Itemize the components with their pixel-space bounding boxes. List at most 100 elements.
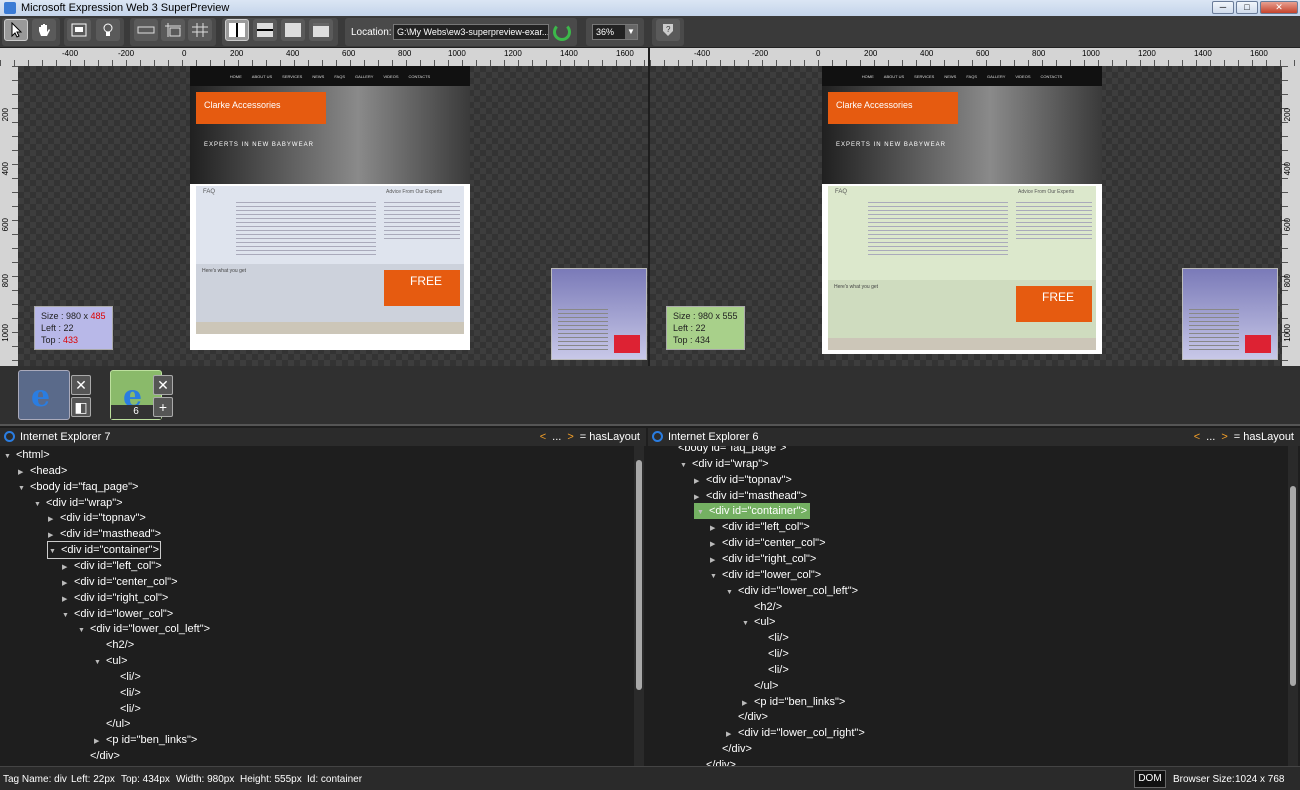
dom-tree-node[interactable]: <li/> xyxy=(108,669,141,685)
dom-tree-node[interactable]: ▼ <div id="container"> xyxy=(46,541,162,560)
dom-highlight-icon[interactable] xyxy=(67,19,91,41)
dom-tree-node[interactable]: ▶ <div id="topnav"> xyxy=(48,510,146,526)
dom-tree-node[interactable]: ▶ <div id="masthead"> xyxy=(48,526,161,542)
browser-ie7-slot[interactable]: e xyxy=(18,370,70,420)
dom-tree-node[interactable]: <h2/> xyxy=(742,599,782,615)
prev-difference-button[interactable]: < xyxy=(540,431,546,443)
dom-tree-node[interactable]: ▶ <div id="masthead"> xyxy=(694,488,807,504)
dom-tree-node[interactable]: ▼ <div id="lower_col_left"> xyxy=(726,583,858,599)
prev-difference-button[interactable]: < xyxy=(1194,431,1200,443)
dom-tree-node[interactable]: ▼ <ul> xyxy=(94,653,127,669)
dom-tree-node[interactable]: ▼ <ul> xyxy=(742,614,775,630)
minimap-thumbnail[interactable] xyxy=(1182,268,1278,360)
right-dom-scrollbar[interactable] xyxy=(1288,446,1298,766)
vertical-split-icon[interactable] xyxy=(225,19,249,41)
expand-arrow-icon[interactable]: ▼ xyxy=(94,655,106,671)
dom-tree-node[interactable]: </div> xyxy=(694,757,736,766)
dom-tree-node[interactable]: ▶ <div id="center_col"> xyxy=(710,535,826,551)
expand-arrow-icon[interactable]: ▼ xyxy=(680,458,692,474)
dom-tree-node[interactable]: ▼ <div id="lower_col_left"> xyxy=(78,621,210,637)
dom-tree-node[interactable]: ▶ <p id="ben_links"> xyxy=(742,694,845,710)
expand-arrow-icon[interactable]: ▼ xyxy=(49,544,61,560)
dom-tree-node[interactable]: ▼ <html> xyxy=(4,447,50,463)
overlay-icon[interactable] xyxy=(281,19,305,41)
lightbulb-icon[interactable] xyxy=(96,19,120,41)
dom-tree-node[interactable]: ▶ <div id="center_col"> xyxy=(62,574,178,590)
minimize-button[interactable]: ─ xyxy=(1212,1,1234,14)
single-view-icon[interactable] xyxy=(309,19,333,41)
dom-tree-node[interactable]: <li/> xyxy=(756,662,789,678)
dom-tree-node[interactable]: <li/> xyxy=(108,685,141,701)
dom-tree-node[interactable]: ▼ <div id="wrap"> xyxy=(34,495,123,511)
panel-title: Internet Explorer 7 xyxy=(20,431,111,443)
element-info-box: Size : 980 x 485 Left : 22 Top : 433 xyxy=(34,306,113,350)
dom-toggle-button[interactable]: DOM xyxy=(1134,770,1166,788)
horizontal-split-icon[interactable] xyxy=(253,19,277,41)
next-difference-button[interactable]: > xyxy=(1221,431,1227,443)
guides-icon[interactable] xyxy=(161,19,185,41)
dom-tree-node[interactable]: ▶ <head> xyxy=(18,463,67,479)
location-input[interactable]: G:\My Webs\ew3-superpreview-exar... xyxy=(393,24,549,40)
dom-tree-node[interactable]: ▼ <div id="wrap"> xyxy=(680,456,769,472)
lower-heading: Here's what you get xyxy=(834,284,879,290)
swap-browser-icon[interactable]: ◧ xyxy=(71,397,91,417)
dom-tree-node[interactable]: ▶ <div id="right_col"> xyxy=(62,590,168,606)
zoom-select[interactable]: 36% ▼ xyxy=(592,24,638,40)
site-preview-ie6[interactable]: HOME ABOUT US SERVICES NEWS FAQS GALLERY VIDEO… xyxy=(822,66,1102,354)
dom-tree-node[interactable]: ▼ <body id="faq_page"> xyxy=(18,479,138,495)
dom-tree-node[interactable]: ▶ <div id="lower_col_right"> xyxy=(726,725,865,741)
dom-tree-node[interactable]: </div> xyxy=(710,741,752,757)
dom-tree-node[interactable]: </ul> xyxy=(742,678,778,694)
left-dom-scrollbar[interactable] xyxy=(634,446,644,766)
next-difference-button[interactable]: > xyxy=(567,431,573,443)
dom-tree-node[interactable]: <body id="faq_page"> xyxy=(666,446,786,456)
dom-tree-node[interactable]: <li/> xyxy=(108,701,141,717)
expand-arrow-icon[interactable]: ▼ xyxy=(742,616,754,632)
expand-arrow-icon[interactable]: ▼ xyxy=(78,623,90,639)
dom-tree-label: <h2/> xyxy=(106,639,135,652)
maximize-button[interactable]: □ xyxy=(1236,1,1258,14)
difference-menu-button[interactable]: ... xyxy=(552,431,561,443)
expand-arrow-icon[interactable]: ▼ xyxy=(710,569,722,585)
dom-tree-node[interactable]: ▼ <div id="lower_col"> xyxy=(710,567,821,583)
expand-arrow-icon[interactable]: ▼ xyxy=(697,505,709,521)
browser-size-value[interactable]: 1024 x 768 xyxy=(1235,774,1285,785)
zoom-value: 36% xyxy=(596,27,615,37)
expand-arrow-icon[interactable]: ▼ xyxy=(4,449,16,465)
dom-tree-node[interactable]: ▼ <div id="container"> xyxy=(694,503,811,521)
ruler-icon[interactable] xyxy=(134,19,158,41)
expand-arrow-icon[interactable]: ▼ xyxy=(726,585,738,601)
dom-tree-node[interactable]: ▶ <p id="ben_links"> xyxy=(94,732,197,748)
minimap-thumbnail[interactable] xyxy=(551,268,647,360)
remove-browser-button[interactable]: ✕ xyxy=(153,375,173,395)
refresh-icon[interactable] xyxy=(553,23,571,41)
dom-tree-node[interactable]: ▶ <div id="topnav"> xyxy=(694,472,792,488)
close-button[interactable]: ✕ xyxy=(1260,1,1298,14)
right-preview-pane[interactable]: -400 -200 0 200 400 600 800 1000 1200 14… xyxy=(650,48,1300,366)
left-preview-pane[interactable]: -400 -200 0 200 400 600 800 1000 1200 14… xyxy=(0,48,648,366)
difference-menu-button[interactable]: ... xyxy=(1206,431,1215,443)
dom-tree-node[interactable]: </div> xyxy=(78,748,120,764)
dom-tree-node[interactable]: ▶ <div id="left_col"> xyxy=(62,558,162,574)
expand-arrow-icon[interactable]: ▼ xyxy=(34,497,46,513)
site-preview-ie7[interactable]: HOME ABOUT US SERVICES NEWS FAQS GALLERY VIDEO… xyxy=(190,66,470,350)
dom-tree-node[interactable]: <h2/> xyxy=(94,637,134,653)
dom-tree-node[interactable]: <li/> xyxy=(756,630,789,646)
ie-logo-icon xyxy=(4,431,15,442)
remove-browser-button[interactable]: ✕ xyxy=(71,375,91,395)
grid-icon[interactable] xyxy=(188,19,212,41)
dom-tree-node[interactable]: ▶ <div id="left_col"> xyxy=(710,519,810,535)
left-dom-tree[interactable]: ▼ <html> ▶ <head> ▼ <body id="faq_page"> ▼ <div… xyxy=(0,446,634,766)
expand-arrow-icon[interactable]: ▼ xyxy=(18,481,30,497)
expand-arrow-icon[interactable]: ▼ xyxy=(62,608,74,624)
right-dom-tree[interactable]: <body id="faq_page"> ▼ <div id="wrap"> ▶ <di… xyxy=(648,446,1288,766)
select-pointer-icon[interactable] xyxy=(4,19,28,41)
add-browser-button[interactable]: + xyxy=(153,397,173,417)
dom-tree-node[interactable]: ▼ <div id="lower_col"> xyxy=(62,606,173,622)
dom-tree-node[interactable]: </div> xyxy=(726,709,768,725)
help-shield-icon[interactable]: ? xyxy=(656,19,680,41)
pan-hand-icon[interactable] xyxy=(32,19,56,41)
dom-tree-node[interactable]: <li/> xyxy=(756,646,789,662)
dom-tree-node[interactable]: </ul> xyxy=(94,716,130,732)
dom-tree-node[interactable]: ▶ <div id="right_col"> xyxy=(710,551,816,567)
